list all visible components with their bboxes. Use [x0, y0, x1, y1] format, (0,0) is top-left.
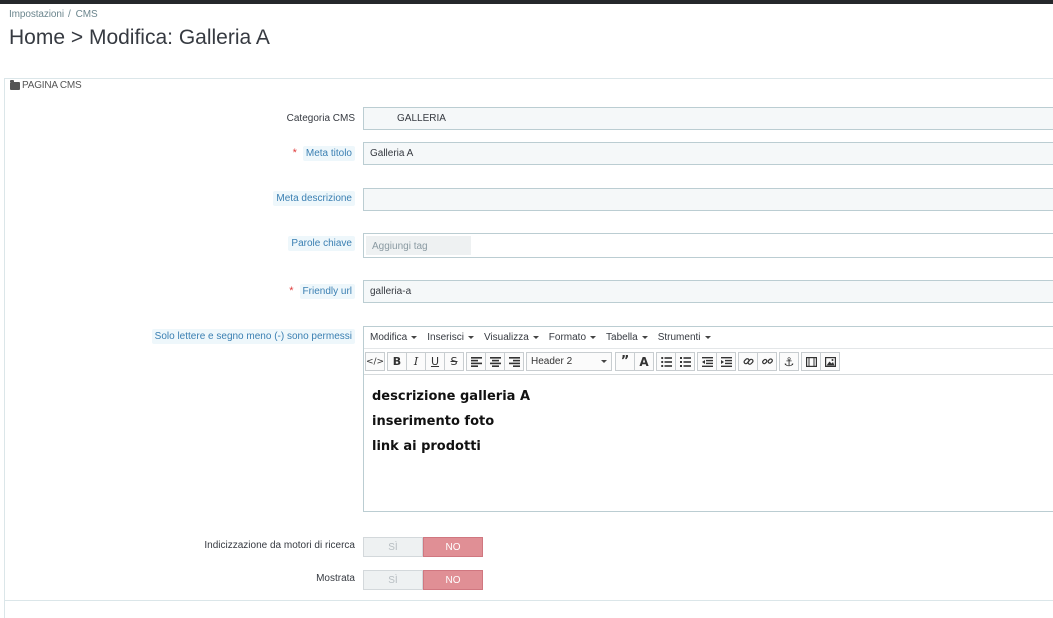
parole-chiave-label-text: Parole chiave: [288, 236, 355, 251]
top-bar: [0, 0, 1053, 4]
panel-heading: PAGINA CMS: [10, 79, 82, 91]
menu-modifica[interactable]: Modifica: [370, 332, 418, 343]
caret-down-icon: [601, 360, 607, 363]
panel-bottom-divider: [4, 600, 1053, 601]
menu-formato[interactable]: Formato: [548, 332, 597, 343]
bullet-list-icon[interactable]: [656, 352, 676, 371]
categoria-value: GALLERIA: [397, 113, 446, 124]
required-marker: *: [289, 285, 294, 297]
folder-icon: [10, 79, 20, 90]
categoria-label-text: Categoria CMS: [286, 113, 355, 124]
indent-icon[interactable]: [716, 352, 736, 371]
unlink-icon[interactable]: [757, 352, 777, 371]
required-marker: *: [292, 147, 297, 159]
friendly-url-label-text: Friendly url: [299, 284, 355, 299]
menu-inserisci[interactable]: Inserisci: [427, 332, 474, 343]
menu-strumenti-label: Strumenti: [657, 332, 701, 343]
text-color-icon[interactable]: A: [634, 352, 654, 371]
meta-titolo-label: * Meta titolo: [292, 146, 355, 161]
indicizzazione-switch[interactable]: SÌ NO: [363, 537, 483, 557]
numbered-list-icon[interactable]: [675, 352, 695, 371]
indicizzazione-no-option[interactable]: NO: [423, 537, 483, 557]
contenuto-label: Solo lettere e segno meno (-) sono perme…: [151, 329, 355, 344]
mostrata-no-option[interactable]: NO: [423, 570, 483, 590]
rich-text-editor[interactable]: Modifica Inserisci Visualizza Formato Ta…: [363, 326, 1053, 512]
indicizzazione-label-text: Indicizzazione da motori di ricerca: [204, 540, 355, 551]
menu-modifica-label: Modifica: [370, 332, 408, 343]
editor-paragraph: link ai prodotti: [372, 439, 481, 454]
friendly-url-value: galleria-a: [370, 286, 412, 297]
source-code-icon[interactable]: </>: [365, 352, 385, 371]
strikethrough-icon[interactable]: S: [444, 352, 464, 371]
caret-down-icon: [704, 336, 711, 339]
breadcrumb-item-cms[interactable]: CMS: [76, 9, 98, 20]
menu-formato-label: Formato: [548, 332, 587, 343]
meta-titolo-value: Galleria A: [370, 148, 414, 159]
image-icon[interactable]: [820, 352, 840, 371]
breadcrumb: Impostazioni / CMS: [9, 9, 98, 20]
caret-down-icon: [532, 336, 539, 339]
editor-menubar: Modifica Inserisci Visualizza Formato Ta…: [364, 327, 1053, 349]
editor-content[interactable]: descrizione galleria A inserimento foto …: [364, 375, 1053, 478]
breadcrumb-item-impostazioni[interactable]: Impostazioni: [9, 9, 64, 20]
media-icon[interactable]: [801, 352, 821, 371]
breadcrumb-separator: /: [67, 9, 71, 20]
menu-tabella[interactable]: Tabella: [606, 332, 648, 343]
editor-toolbar: </> B I U S Header 2 ” A ⚓: [364, 349, 1053, 375]
menu-visualizza[interactable]: Visualizza: [484, 332, 539, 343]
format-select[interactable]: Header 2: [526, 352, 612, 371]
mostrata-switch[interactable]: SÌ NO: [363, 570, 483, 590]
italic-icon[interactable]: I: [406, 352, 426, 371]
editor-paragraph: inserimento foto: [372, 414, 495, 429]
categoria-label: Categoria CMS: [287, 113, 355, 124]
underline-icon[interactable]: U: [425, 352, 445, 371]
menu-inserisci-label: Inserisci: [427, 332, 464, 343]
outdent-icon[interactable]: [697, 352, 717, 371]
align-center-icon[interactable]: [485, 352, 505, 371]
caret-down-icon: [411, 336, 418, 339]
caret-down-icon: [590, 336, 597, 339]
meta-descrizione-label-text: Meta descrizione: [273, 191, 355, 206]
page-title: Home > Modifica: Galleria A: [9, 26, 270, 49]
bold-icon[interactable]: B: [387, 352, 407, 371]
categoria-select[interactable]: GALLERIA: [363, 107, 1053, 130]
mostrata-label: Mostrata: [316, 573, 355, 584]
align-right-icon[interactable]: [504, 352, 524, 371]
meta-descrizione-label: Meta descrizione: [273, 191, 355, 206]
menu-tabella-label: Tabella: [606, 332, 638, 343]
menu-strumenti[interactable]: Strumenti: [658, 332, 711, 343]
caret-down-icon: [641, 336, 648, 339]
menu-visualizza-label: Visualizza: [483, 332, 529, 343]
blockquote-icon[interactable]: ”: [615, 352, 635, 371]
format-select-value: Header 2: [531, 356, 573, 367]
friendly-url-label: * Friendly url: [289, 284, 355, 299]
mostrata-yes-option[interactable]: SÌ: [363, 570, 423, 590]
meta-titolo-label-text: Meta titolo: [302, 146, 355, 161]
indicizzazione-yes-option[interactable]: SÌ: [363, 537, 423, 557]
meta-titolo-input[interactable]: Galleria A: [363, 142, 1053, 165]
tag-placeholder[interactable]: Aggiungi tag: [366, 236, 471, 255]
parole-chiave-input[interactable]: Aggiungi tag: [363, 233, 1053, 258]
mostrata-label-text: Mostrata: [316, 573, 355, 584]
friendly-url-input[interactable]: galleria-a: [363, 280, 1053, 303]
indicizzazione-label: Indicizzazione da motori di ricerca: [204, 540, 355, 551]
parole-chiave-label: Parole chiave: [288, 236, 355, 251]
link-icon[interactable]: [738, 352, 758, 371]
panel-heading-label: PAGINA CMS: [22, 80, 82, 91]
anchor-icon[interactable]: ⚓: [779, 352, 799, 371]
align-left-icon[interactable]: [466, 352, 486, 371]
meta-descrizione-input[interactable]: [363, 188, 1053, 211]
contenuto-label-text: Solo lettere e segno meno (-) sono perme…: [151, 329, 355, 344]
caret-down-icon: [467, 336, 474, 339]
editor-paragraph: descrizione galleria A: [372, 389, 531, 404]
